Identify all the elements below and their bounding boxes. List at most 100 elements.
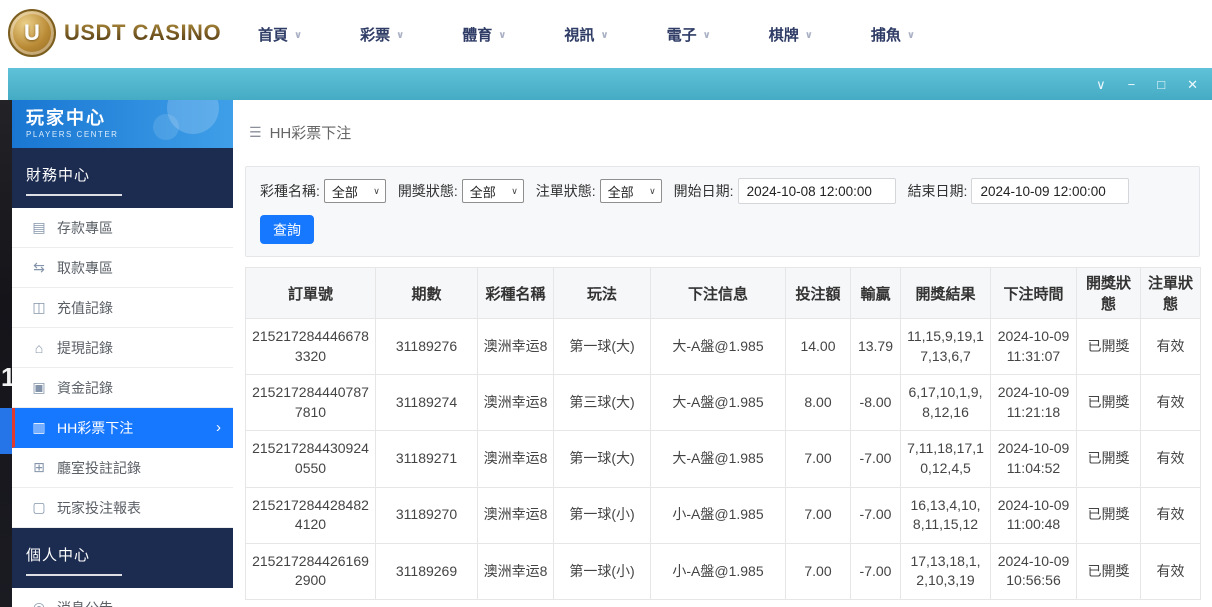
- cell-period: 31189274: [376, 375, 478, 431]
- sidebar-item-hall-bet-record[interactable]: ⊞廳室投註記錄: [12, 448, 233, 488]
- sidebar-item-player-report[interactable]: ▢ 玩家投注報表: [12, 488, 233, 528]
- cell-draw_result: 16,13,4,10,8,11,15,12: [901, 487, 991, 543]
- logo-text: USDT CASINO: [64, 20, 221, 46]
- cell-order_id: 2152172844261692900: [246, 543, 376, 599]
- table-row: 215217284446678332031189276澳洲幸运8第一球(大)大-…: [246, 319, 1201, 375]
- filter-label-order-status: 注單狀態:: [536, 181, 596, 201]
- sidebar-item-deposit-zone[interactable]: ▤存款專區: [12, 208, 233, 248]
- sidebar-subtitle: PLAYERS CENTER: [26, 130, 233, 139]
- cell-order_id: 2152172844309240550: [246, 431, 376, 487]
- sidebar-menu: ◎消息公告: [12, 588, 233, 607]
- lottery-name-value: 全部: [332, 182, 358, 201]
- table-row: 215217284428482412031189270澳洲幸运8第一球(小)小-…: [246, 487, 1201, 543]
- filter-panel: 彩種名稱:全部∨開獎狀態:全部∨注單狀態:全部∨開始日期:結束日期: 查詢: [245, 166, 1200, 257]
- logo[interactable]: U USDT CASINO: [8, 9, 221, 57]
- recharge-record-icon: ◫: [31, 299, 47, 316]
- sidebar-item-label: 廳室投註記錄: [57, 458, 141, 478]
- cell-bet_info: 小-A盤@1.985: [651, 543, 786, 599]
- nav-item[interactable]: 體育 ∨: [462, 24, 506, 45]
- chevron-down-icon: ∨: [907, 30, 915, 41]
- sidebar-item-announcement[interactable]: ◎消息公告: [12, 588, 233, 607]
- cell-bet_info: 大-A盤@1.985: [651, 431, 786, 487]
- cell-period: 31189271: [376, 431, 478, 487]
- cell-play_type: 第一球(小): [554, 487, 651, 543]
- order-status-select[interactable]: 全部∨: [600, 179, 662, 203]
- lottery-name-select[interactable]: 全部 ∨: [324, 179, 386, 203]
- chevron-down-icon: ∨: [649, 186, 656, 197]
- cell-play_type: 第一球(大): [554, 431, 651, 487]
- sidebar-item-recharge-record[interactable]: ◫ 充值記錄: [12, 288, 233, 328]
- nav-item[interactable]: 棋牌∨: [769, 24, 813, 45]
- search-button[interactable]: 查詢: [260, 215, 314, 244]
- cell-order_status: 有效: [1141, 319, 1201, 375]
- background-artifact-bluebox: [0, 408, 12, 454]
- draw-status-select[interactable]: 全部∨: [462, 179, 524, 203]
- start-date-input[interactable]: [738, 178, 896, 204]
- cell-bet_info: 大-A盤@1.985: [651, 375, 786, 431]
- table-row: 215217284430924055031189271澳洲幸运8第一球(大)大-…: [246, 431, 1201, 487]
- window-maximize-button[interactable]: □: [1157, 78, 1165, 91]
- sidebar-item-label: 玩家投注報表: [57, 498, 141, 518]
- cell-lottery_name: 澳洲幸运8: [478, 487, 554, 543]
- cell-period: 31189276: [376, 319, 478, 375]
- column-header-bet_time: 下注時間: [991, 268, 1077, 319]
- nav-item-label: 體育: [462, 24, 492, 45]
- chevron-down-icon: ∨: [373, 186, 380, 197]
- cell-draw_status: 已開獎: [1077, 431, 1141, 487]
- sidebar-item-cashout-record[interactable]: ⌂提現記錄: [12, 328, 233, 368]
- cell-order_status: 有效: [1141, 543, 1201, 599]
- chevron-right-icon: ›: [216, 419, 221, 436]
- nav-item-label: 電子: [667, 24, 697, 45]
- sidebar-item-label: 存款專區: [57, 218, 113, 238]
- window-titlebar[interactable]: ∨ − □ ✕: [8, 68, 1212, 100]
- nav-item-label: 彩票: [360, 24, 390, 45]
- sidebar-item-funds-record[interactable]: ▣資金記錄: [12, 368, 233, 408]
- chevron-down-icon: ∨: [703, 30, 711, 41]
- nav-item-label: 捕魚: [871, 24, 901, 45]
- cell-period: 31189269: [376, 543, 478, 599]
- column-header-win_loss: 輸贏: [851, 268, 901, 319]
- nav-item[interactable]: 視訊∨: [564, 24, 608, 45]
- sidebar-item-lottery-bet[interactable]: ▥HH彩票下注›: [12, 408, 233, 448]
- chevron-down-icon: ∨: [805, 30, 813, 41]
- window-minimize-button[interactable]: −: [1128, 78, 1136, 91]
- cell-draw_status: 已開獎: [1077, 375, 1141, 431]
- nav-item[interactable]: 彩票∨: [360, 24, 404, 45]
- window-controls: ∨ − □ ✕: [1096, 68, 1198, 100]
- sidebar-item-withdraw-zone[interactable]: ⇆取款專區: [12, 248, 233, 288]
- window-collapse-button[interactable]: ∨: [1096, 78, 1106, 91]
- cell-bet_info: 小-A盤@1.985: [651, 487, 786, 543]
- end-date-input[interactable]: [971, 178, 1129, 204]
- table-head-row: 訂單號期數彩種名稱玩法下注信息投注額輸贏開獎結果下注時間開獎狀態注單狀態: [246, 268, 1201, 319]
- cell-order_status: 有效: [1141, 375, 1201, 431]
- column-header-bet_info: 下注信息: [651, 268, 786, 319]
- cell-order_id: 2152172844466783320: [246, 319, 376, 375]
- filter-label-draw-status: 開獎狀態:: [398, 181, 458, 201]
- cell-order_id: 2152172844284824120: [246, 487, 376, 543]
- sidebar-menu: ▤存款專區⇆取款專區 ◫ 充值記錄 ⌂提現記錄▣資金記錄▥HH彩票下注›⊞廳室投註記錄…: [12, 208, 233, 528]
- sidebar-item-label: 取款專區: [57, 258, 113, 278]
- lottery-bet-icon: ▥: [31, 419, 47, 436]
- cell-draw_result: 17,13,18,1,2,10,3,19: [901, 543, 991, 599]
- cell-draw_status: 已開獎: [1077, 487, 1141, 543]
- nav-item[interactable]: 捕魚 ∨: [871, 24, 915, 45]
- cell-bet_amount: 7.00: [786, 543, 851, 599]
- nav-item[interactable]: 電子 ∨: [667, 24, 711, 45]
- chevron-down-icon: ∨: [498, 30, 506, 41]
- nav-item-label: 視訊: [564, 24, 594, 45]
- cell-bet_time: 2024-10-09 11:31:07: [991, 319, 1077, 375]
- window-close-button[interactable]: ✕: [1187, 78, 1198, 91]
- cell-period: 31189270: [376, 487, 478, 543]
- nav-item[interactable]: 首頁∨: [258, 24, 302, 45]
- player-report-icon: ▢: [31, 499, 47, 516]
- sidebar-item-label: 充值記錄: [57, 298, 113, 318]
- cell-order_id: 2152172844407877810: [246, 375, 376, 431]
- cell-bet_amount: 8.00: [786, 375, 851, 431]
- column-header-bet_amount: 投注額: [786, 268, 851, 319]
- screen: U USDT CASINO 首頁∨彩票∨體育∨視訊∨電子∨棋牌∨捕魚∨ ∨ − …: [0, 0, 1212, 607]
- cell-win_loss: -7.00: [851, 431, 901, 487]
- table-row: 215217284426169290031189269澳洲幸运8第一球(小)小-…: [246, 543, 1201, 599]
- sidebar: 玩家中心 PLAYERS CENTER 財務中心▤存款專區⇆取款專區◫充值記錄⌂…: [12, 100, 233, 607]
- cell-lottery_name: 澳洲幸运8: [478, 375, 554, 431]
- sidebar-header: 玩家中心 PLAYERS CENTER: [12, 100, 233, 148]
